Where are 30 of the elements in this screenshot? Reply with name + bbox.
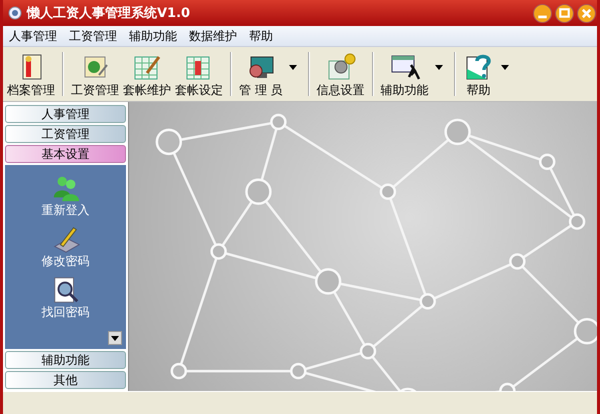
sidebar-section-header[interactable]: 其他 xyxy=(5,371,126,389)
menu-item[interactable]: 数据维护 xyxy=(183,28,243,44)
minimize-icon[interactable] xyxy=(533,4,552,22)
app-icon xyxy=(8,6,22,20)
menu-item[interactable]: 帮助 xyxy=(243,28,279,44)
scroll-down-icon[interactable] xyxy=(108,331,122,345)
menu-item[interactable]: 人事管理 xyxy=(3,28,63,44)
toolbar-button[interactable]: 信息设置 xyxy=(314,50,367,98)
sidebar-section-header[interactable]: 工资管理 xyxy=(5,125,126,143)
toolbar-button[interactable]: 套帐设定 xyxy=(173,50,225,98)
menu-item[interactable]: 辅助功能 xyxy=(123,28,183,44)
toolbar-button[interactable]: 套帐维护 xyxy=(121,50,173,98)
sidebar-section-header[interactable]: 人事管理 xyxy=(5,105,126,123)
sidebar-item-label[interactable]: 找回密码 xyxy=(42,305,90,320)
close-icon[interactable] xyxy=(577,4,596,22)
sidebar-section-header[interactable]: 基本设置 xyxy=(5,145,126,163)
caret-icon xyxy=(434,64,443,70)
sidebar-section-header[interactable]: 辅助功能 xyxy=(5,351,126,369)
maximize-icon[interactable] xyxy=(555,4,574,22)
caret-icon xyxy=(500,64,509,70)
window-title: 懒人工资人事管理系统V1.0 xyxy=(27,4,192,22)
toolbar-button[interactable]: 档案管理 xyxy=(5,50,57,98)
menu-item[interactable]: 工资管理 xyxy=(63,28,123,44)
toolbar-button[interactable]: 管 理 员 xyxy=(237,50,303,98)
sidebar-item-label[interactable]: 重新登入 xyxy=(42,203,90,218)
toolbar-button[interactable]: 工资管理 xyxy=(69,50,121,98)
caret-icon xyxy=(288,64,297,70)
toolbar-button[interactable]: 帮助 xyxy=(460,50,515,98)
sidebar-item-label[interactable]: 修改密码 xyxy=(42,254,90,269)
toolbar-button[interactable]: 辅助功能 xyxy=(378,50,449,98)
